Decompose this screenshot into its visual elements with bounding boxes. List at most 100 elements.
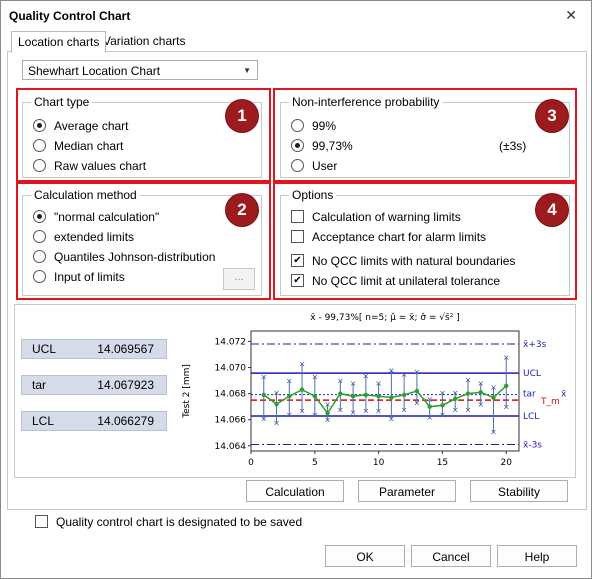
- raw-value-mark: ×: [503, 353, 510, 362]
- save-chart-option[interactable]: Quality control chart is designated to b…: [35, 515, 302, 529]
- mean-point: [299, 387, 305, 392]
- raw-value-mark: ×: [452, 388, 459, 397]
- checkbox[interactable]: [291, 210, 304, 224]
- radio-button[interactable]: [33, 119, 46, 133]
- raw-value-mark: ×: [388, 366, 395, 375]
- ok-button[interactable]: OK: [325, 545, 405, 567]
- x-tick-label: 15: [437, 458, 448, 468]
- probability-group: Non-interference probability 99% 99,73% …: [280, 95, 570, 178]
- raw-value-mark: ×: [299, 360, 306, 369]
- radio-99[interactable]: 99%: [291, 118, 336, 134]
- radio-input-of-limits[interactable]: Input of limits: [33, 269, 125, 285]
- limits-input-button[interactable]: ...: [223, 268, 255, 290]
- label-xbar-plus-3s: x̄+3s: [523, 340, 547, 350]
- raw-value-mark: ×: [401, 405, 408, 414]
- parameter-button[interactable]: Parameter: [358, 480, 456, 502]
- raw-value-mark: ×: [311, 410, 318, 419]
- raw-value-mark: ×: [465, 405, 472, 414]
- checkbox-checked[interactable]: ✔: [291, 274, 304, 288]
- radio-button[interactable]: [291, 159, 304, 173]
- mean-point: [363, 392, 369, 398]
- mean-point: [325, 410, 330, 416]
- radio-button[interactable]: [33, 270, 46, 284]
- chart-type-select-value: Shewhart Location Chart: [28, 64, 161, 78]
- radio-button[interactable]: [33, 230, 46, 244]
- radio-label: Raw values chart: [54, 159, 147, 173]
- raw-value-mark: ×: [273, 418, 280, 427]
- badge-3: 3: [536, 100, 568, 132]
- radio-button[interactable]: [291, 119, 304, 133]
- check-natural-boundaries[interactable]: ✔ No QCC limits with natural boundaries: [291, 253, 515, 269]
- titlebar: Quality Control Chart ✕: [1, 1, 591, 31]
- radio-99-73[interactable]: 99,73%: [291, 138, 353, 154]
- mean-point: [491, 395, 496, 400]
- plot-frame: [250, 330, 520, 452]
- close-icon[interactable]: ✕: [565, 7, 577, 24]
- radio-label: "normal calculation": [54, 210, 160, 224]
- x-tick-label: 10: [373, 458, 385, 468]
- mean-point: [504, 383, 509, 388]
- radio-extended-limits[interactable]: extended limits: [33, 229, 134, 245]
- raw-value-mark: ×: [363, 371, 370, 380]
- checkbox[interactable]: [291, 230, 304, 244]
- x-tick-label: 5: [312, 458, 318, 468]
- radio-label: Input of limits: [54, 270, 125, 284]
- raw-value-mark: ×: [337, 377, 344, 386]
- tar-row: tar 14.067923: [21, 375, 167, 395]
- mean-point: [478, 390, 483, 395]
- raw-value-mark: ×: [401, 370, 408, 379]
- cancel-button[interactable]: Cancel: [411, 545, 491, 567]
- save-chart-label: Quality control chart is designated to b…: [56, 515, 303, 529]
- raw-value-mark: ×: [490, 383, 497, 392]
- tab-location-charts[interactable]: Location charts: [11, 31, 107, 53]
- checkbox[interactable]: [35, 515, 48, 529]
- raw-value-mark: ×: [311, 373, 318, 382]
- radio-button[interactable]: [33, 250, 46, 264]
- check-unilateral-tolerance[interactable]: ✔ No QCC limit at unilateral tolerance: [291, 273, 500, 289]
- raw-value-mark: ×: [375, 379, 382, 388]
- mean-point: [338, 391, 343, 396]
- check-acceptance-chart[interactable]: Acceptance chart for alarm limits: [291, 229, 486, 245]
- raw-value-mark: ×: [299, 407, 306, 416]
- radio-button[interactable]: [33, 159, 46, 173]
- check-warning-limits[interactable]: Calculation of warning limits: [291, 209, 461, 225]
- raw-value-mark: ×: [477, 379, 484, 388]
- options-group: Options Calculation of warning limits Ac…: [280, 188, 570, 296]
- chart-type-select[interactable]: Shewhart Location Chart ▼: [22, 60, 258, 80]
- radio-button[interactable]: [33, 139, 46, 153]
- raw-value-mark: ×: [286, 377, 293, 386]
- radio-label: Quantiles Johnson-distribution: [54, 250, 216, 264]
- raw-value-mark: ×: [414, 399, 421, 408]
- window-title: Quality Control Chart: [9, 9, 131, 23]
- label-xbar: x̄: [561, 390, 567, 400]
- radio-quantiles-johnson[interactable]: Quantiles Johnson-distribution: [33, 249, 215, 265]
- badge-2: 2: [226, 194, 258, 226]
- mean-point: [389, 395, 394, 400]
- checkbox-label: No QCC limit at unilateral tolerance: [312, 274, 501, 288]
- radio-normal-calculation[interactable]: "normal calculation": [33, 209, 159, 225]
- chart-title: x̄ - 99,73%[ n=5; μ̂ = x̄; σ̂ = √s̄² ]: [310, 312, 459, 323]
- calculation-button[interactable]: Calculation: [246, 480, 344, 502]
- raw-value-mark: ×: [350, 379, 357, 388]
- raw-value-mark: ×: [375, 407, 382, 416]
- raw-value-mark: ×: [439, 388, 446, 397]
- y-tick-label: 14.070: [215, 364, 247, 374]
- raw-value-mark: ×: [503, 403, 510, 412]
- radio-average-chart[interactable]: Average chart: [33, 118, 129, 134]
- radio-button[interactable]: [291, 139, 304, 153]
- checkbox-checked[interactable]: ✔: [291, 254, 304, 268]
- chevron-down-icon[interactable]: ▼: [243, 61, 251, 81]
- calculation-method-label: Calculation method: [31, 188, 140, 202]
- mean-point: [376, 394, 381, 399]
- mean-point: [427, 404, 432, 409]
- raw-value-mark: ×: [477, 400, 484, 409]
- lcl-value: 14.066279: [97, 414, 154, 428]
- radio-median-chart[interactable]: Median chart: [33, 138, 123, 154]
- radio-raw-values-chart[interactable]: Raw values chart: [33, 158, 146, 174]
- help-button[interactable]: Help: [497, 545, 577, 567]
- radio-button[interactable]: [33, 210, 46, 224]
- stability-button[interactable]: Stability: [470, 480, 568, 502]
- tab-variation-charts[interactable]: Variation charts: [97, 31, 191, 51]
- radio-user[interactable]: User: [291, 158, 337, 174]
- raw-value-mark: ×: [414, 367, 421, 376]
